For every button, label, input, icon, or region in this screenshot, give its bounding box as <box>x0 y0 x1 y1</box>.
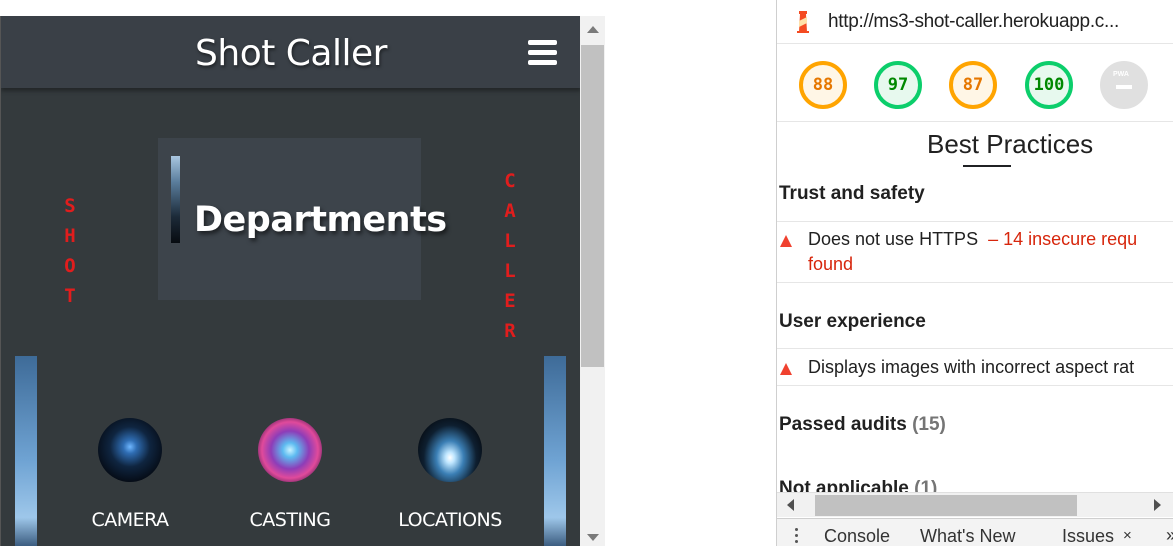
hero-accent-image <box>171 156 180 243</box>
performance-score-gauge[interactable]: 88 <box>799 61 847 109</box>
fail-triangle-icon <box>780 363 792 375</box>
departments-hero: Departments <box>158 138 447 300</box>
scroll-right-arrow-icon[interactable] <box>1154 499 1161 511</box>
department-label[interactable]: LOCATIONS <box>380 509 520 531</box>
tab-issues[interactable]: Issues <box>1062 526 1114 546</box>
accessibility-score-gauge[interactable]: 97 <box>874 61 922 109</box>
department-camera-link[interactable]: CAMERA <box>60 418 200 531</box>
close-tab-icon[interactable]: × <box>1123 527 1132 544</box>
score-gauges: 88 97 87 100 PWA <box>777 44 1173 167</box>
best-practices-score-gauge[interactable]: 87 <box>949 61 997 109</box>
divider <box>777 221 1173 222</box>
site-preview: Shot Caller S H O T C A L L E R Departme… <box>0 16 580 546</box>
more-tabs-icon[interactable]: » <box>1166 525 1173 546</box>
fail-triangle-icon <box>780 235 792 247</box>
pwa-dash <box>1116 85 1132 89</box>
kebab-menu-icon[interactable] <box>795 528 799 544</box>
devtools-drawer-tabs: Console What's New Issues × » <box>777 518 1173 546</box>
shot-vertical-text: S H O T <box>64 195 76 307</box>
audit-detail: found <box>808 254 854 274</box>
left-decorative-pillar <box>15 356 37 546</box>
casting-lights-image-icon[interactable] <box>258 418 322 482</box>
department-casting-link[interactable]: CASTING <box>220 418 360 531</box>
report-horizontal-scrollbar[interactable] <box>777 492 1173 517</box>
audit-title: Displays images with incorrect aspect ra… <box>808 357 1135 377</box>
department-label[interactable]: CASTING <box>220 509 360 531</box>
lighthouse-icon <box>797 11 809 33</box>
audit-title: Does not use HTTPS – 14 insecure requ <box>808 229 1138 249</box>
pwa-label: PWA <box>1113 71 1129 78</box>
category-title: Best Practices <box>927 129 1094 159</box>
report-body: Best Practices Trust and safety Does not… <box>777 122 1173 492</box>
right-decorative-pillar <box>544 356 566 546</box>
hamburger-menu-icon[interactable] <box>528 40 557 66</box>
preview-vertical-scrollbar[interactable] <box>580 16 605 546</box>
audit-image-aspect-ratio[interactable]: Displays images with incorrect aspect ra… <box>777 355 1173 385</box>
department-locations-link[interactable]: LOCATIONS <box>380 418 520 531</box>
divider <box>777 282 1173 283</box>
scrollbar-thumb[interactable] <box>815 495 1077 516</box>
divider <box>777 348 1173 349</box>
locations-spotlight-image-icon[interactable] <box>418 418 482 482</box>
scroll-up-arrow-icon[interactable] <box>587 26 599 33</box>
devtools-panel: http://ms3-shot-caller.herokuapp.c... 88… <box>776 0 1173 546</box>
department-label[interactable]: CAMERA <box>60 509 200 531</box>
seo-score-gauge[interactable]: 100 <box>1025 61 1073 109</box>
divider <box>777 385 1173 386</box>
report-url[interactable]: http://ms3-shot-caller.herokuapp.c... <box>828 11 1119 33</box>
scrollbar-thumb[interactable] <box>581 45 604 367</box>
tab-whats-new[interactable]: What's New <box>920 526 1015 546</box>
hero-title: Departments <box>194 200 447 240</box>
report-url-bar: http://ms3-shot-caller.herokuapp.c... <box>777 0 1173 44</box>
navbar: Shot Caller <box>1 16 580 88</box>
passed-audits-toggle[interactable]: Passed audits (15) <box>779 414 946 436</box>
camera-light-image-icon[interactable] <box>98 418 162 482</box>
scroll-down-arrow-icon[interactable] <box>587 534 599 541</box>
tab-console[interactable]: Console <box>824 526 890 546</box>
scroll-left-arrow-icon[interactable] <box>787 499 794 511</box>
group-user-experience: User experience <box>779 311 926 332</box>
caller-vertical-text: C A L L E R <box>504 170 516 342</box>
pwa-badge-icon[interactable]: PWA <box>1100 61 1148 109</box>
group-trust-safety: Trust and safety <box>779 183 925 204</box>
not-applicable-toggle[interactable]: Not applicable (1) <box>779 478 937 492</box>
audit-https[interactable]: Does not use HTTPS – 14 insecure requ fo… <box>777 227 1173 283</box>
site-title[interactable]: Shot Caller <box>1 33 580 74</box>
